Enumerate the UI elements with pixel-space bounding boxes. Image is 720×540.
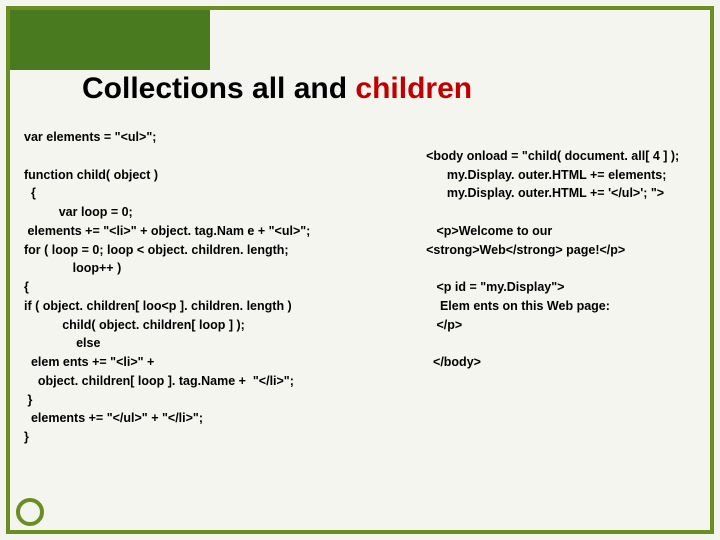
code-right-column: <body onload = "child( document. all[ 4 … bbox=[426, 128, 694, 447]
title-pre: Collections bbox=[82, 72, 252, 105]
frame-right bbox=[710, 6, 714, 534]
title-all: all bbox=[252, 72, 285, 105]
frame-left bbox=[6, 6, 10, 534]
slide-title: Collections all and children bbox=[82, 72, 472, 106]
decorative-circle-icon bbox=[16, 498, 44, 526]
frame-bottom bbox=[6, 530, 714, 534]
title-children: children bbox=[355, 72, 472, 105]
title-and: and bbox=[285, 72, 355, 105]
header-block bbox=[10, 10, 210, 70]
content-area: var elements = "<ul>"; function child( o… bbox=[24, 128, 694, 447]
code-left-column: var elements = "<ul>"; function child( o… bbox=[24, 128, 416, 447]
